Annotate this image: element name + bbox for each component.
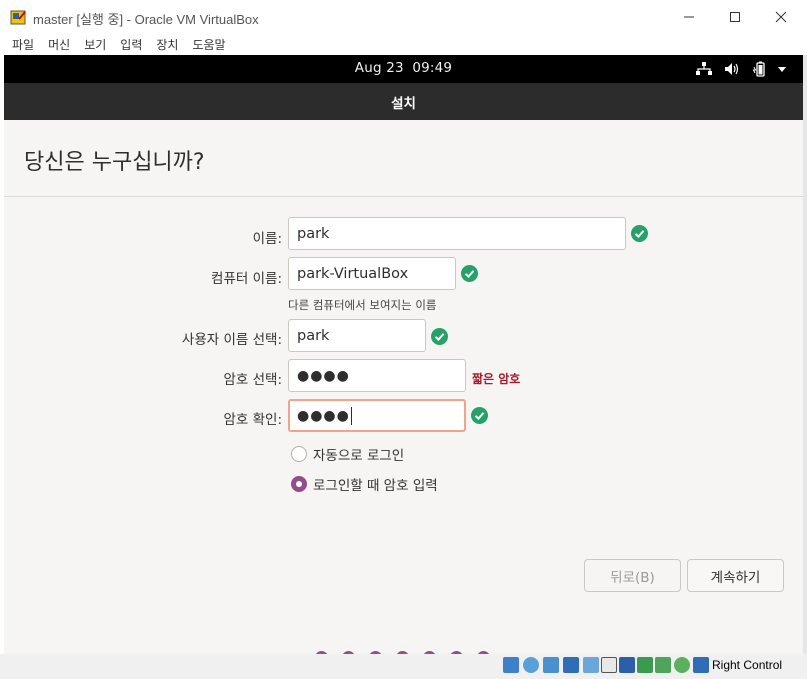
battery-icon[interactable] — [752, 61, 768, 77]
computer-name-input[interactable]: park-VirtualBox — [288, 257, 456, 290]
gnome-top-bar: Aug 23 09:49 — [4, 55, 803, 83]
menu-view[interactable]: 보기 — [78, 36, 112, 53]
require-password-label: 로그인할 때 암호 입력 — [313, 478, 438, 494]
username-input-value: park — [297, 327, 330, 344]
auto-login-label: 자동으로 로그인 — [313, 448, 405, 464]
computer-name-input-value: park-VirtualBox — [297, 265, 409, 282]
hard-disk-icon[interactable] — [503, 657, 519, 673]
virtualbox-status-bar: Right Control — [0, 654, 807, 679]
minimize-button[interactable] — [666, 0, 712, 34]
clock-date: Aug 23 — [354, 60, 404, 76]
auto-login-radio[interactable] — [291, 446, 307, 462]
menu-help[interactable]: 도움말 — [186, 36, 231, 53]
computer-name-hint: 다른 컴퓨터에서 보여지는 이름 — [288, 298, 437, 312]
maximize-button[interactable] — [712, 0, 758, 34]
back-button[interactable]: 뒤로(B) — [584, 559, 681, 592]
menu-input[interactable]: 입력 — [114, 36, 148, 53]
username-label: 사용자 이름 선택: — [181, 332, 282, 348]
password-input-value: ●●●● — [297, 367, 350, 384]
name-input-value: park — [297, 225, 330, 242]
password-input[interactable]: ●●●● — [288, 359, 466, 392]
minimize-icon — [684, 16, 694, 18]
username-input[interactable]: park — [288, 319, 426, 352]
text-caret — [350, 406, 352, 425]
host-key-label: Right Control — [712, 658, 783, 672]
confirm-password-valid-check-icon — [471, 407, 488, 424]
name-label: 이름: — [252, 231, 282, 247]
require-password-radio[interactable] — [291, 476, 307, 492]
mouse-integration-icon[interactable] — [693, 657, 709, 673]
virtualbox-window: master [실행 중] - Oracle VM VirtualBox 파일 … — [0, 0, 807, 679]
name-input[interactable]: park — [288, 217, 626, 250]
menu-devices[interactable]: 장치 — [150, 36, 184, 53]
password-strength-warning: 짧은 암호 — [472, 372, 521, 386]
confirm-password-label: 암호 확인: — [223, 412, 282, 428]
password-label: 암호 선택: — [223, 372, 282, 388]
virtualbox-app-icon — [10, 10, 26, 25]
username-valid-check-icon — [431, 328, 448, 345]
computer-name-label: 컴퓨터 이름: — [211, 271, 282, 287]
menu-file[interactable]: 파일 — [6, 36, 40, 53]
shared-folders-icon[interactable] — [601, 657, 617, 673]
auto-login-option[interactable]: 자동으로 로그인 — [291, 444, 404, 464]
name-valid-check-icon — [631, 225, 648, 242]
network-icon[interactable] — [696, 61, 712, 77]
installer-header: 설치 — [4, 83, 803, 120]
display-icon[interactable] — [619, 657, 635, 673]
close-icon — [775, 11, 787, 23]
menu-machine[interactable]: 머신 — [42, 36, 76, 53]
system-menu-chevron-down-icon[interactable] — [776, 61, 788, 77]
require-password-option[interactable]: 로그인할 때 암호 입력 — [291, 474, 438, 494]
audio-icon[interactable] — [543, 657, 559, 673]
window-title: master [실행 중] - Oracle VM VirtualBox — [33, 12, 259, 27]
maximize-icon — [730, 12, 740, 22]
window-right-edge — [803, 55, 807, 654]
clock-time: 09:49 — [412, 60, 453, 76]
recording-icon[interactable] — [637, 657, 653, 673]
cpu-icon[interactable] — [655, 657, 671, 673]
volume-icon[interactable] — [724, 61, 740, 77]
title-bar: master [실행 중] - Oracle VM VirtualBox — [0, 0, 807, 34]
guest-screen: Aug 23 09:49 설치 당신은 누구십니까? 이름: park 컴퓨터 … — [4, 55, 803, 654]
confirm-password-input-value: ●●●● — [297, 407, 350, 424]
page-title: 당신은 누구십니까? — [24, 150, 205, 175]
usb-icon[interactable] — [583, 657, 599, 673]
continue-button[interactable]: 계속하기 — [687, 559, 784, 592]
computer-name-valid-check-icon — [461, 265, 478, 282]
guest-additions-icon[interactable] — [674, 657, 690, 673]
installer-header-title: 설치 — [391, 95, 416, 112]
menu-bar: 파일 머신 보기 입력 장치 도움말 — [0, 34, 807, 55]
title-divider — [4, 196, 803, 197]
optical-drive-icon[interactable] — [523, 657, 539, 673]
confirm-password-input[interactable]: ●●●● — [288, 399, 466, 432]
clock[interactable]: Aug 23 09:49 — [4, 60, 803, 76]
network-adapter-icon[interactable] — [563, 657, 579, 673]
close-button[interactable] — [758, 0, 804, 34]
